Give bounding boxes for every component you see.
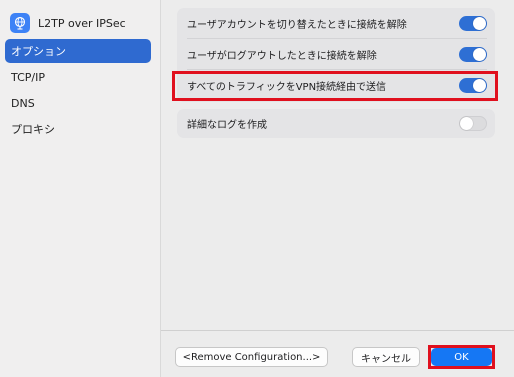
option-row-switch-user: ユーザアカウントを切り替えたときに接続を解除 <box>177 10 495 36</box>
sidebar-item-tcpip[interactable]: TCP/IP <box>5 65 151 89</box>
sidebar-item-label: オプション <box>11 45 66 58</box>
highlight-box-ok <box>428 345 495 369</box>
button-label: キャンセル <box>361 353 411 365</box>
remove-configuration-button[interactable]: <Remove Configuration...> <box>175 347 328 367</box>
sidebar-header: L2TP over IPSec <box>10 12 126 34</box>
option-row-logout: ユーザがログアウトしたときに接続を解除 <box>177 41 495 67</box>
sidebar-item-label: TCP/IP <box>11 70 45 84</box>
option-label: ユーザがログアウトしたときに接続を解除 <box>187 50 377 62</box>
sidebar-item-proxy[interactable]: プロキシ <box>5 117 151 141</box>
sidebar-item-dns[interactable]: DNS <box>5 91 151 115</box>
divider <box>187 38 487 39</box>
globe-icon <box>10 13 30 33</box>
toggle-knob <box>460 117 473 130</box>
sidebar-item-options[interactable]: オプション <box>5 39 151 63</box>
toggle-knob <box>473 48 486 61</box>
option-label: 詳細なログを作成 <box>187 119 267 131</box>
footer-divider <box>161 330 514 331</box>
sidebar-item-label: プロキシ <box>11 123 55 136</box>
disconnect-on-user-switch-toggle[interactable] <box>459 16 487 31</box>
sidebar-item-label: DNS <box>11 96 35 110</box>
sidebar: L2TP over IPSec オプション TCP/IP DNS プロキシ <box>0 0 161 377</box>
options-pane: ユーザアカウントを切り替えたときに接続を解除 ユーザがログアウトしたときに接続を… <box>161 0 514 377</box>
vpn-title: L2TP over IPSec <box>38 16 126 30</box>
divider <box>187 69 487 70</box>
logging-options-group: 詳細なログを作成 <box>177 109 495 138</box>
button-label: <Remove Configuration...> <box>182 351 321 363</box>
verbose-logging-toggle[interactable] <box>459 116 487 131</box>
option-row-verbose-logging: 詳細なログを作成 <box>177 110 495 136</box>
disconnect-on-logout-toggle[interactable] <box>459 47 487 62</box>
cancel-button[interactable]: キャンセル <box>352 347 420 367</box>
toggle-knob <box>473 17 486 30</box>
highlight-box-send-all-traffic <box>172 71 498 101</box>
option-label: ユーザアカウントを切り替えたときに接続を解除 <box>187 19 407 31</box>
